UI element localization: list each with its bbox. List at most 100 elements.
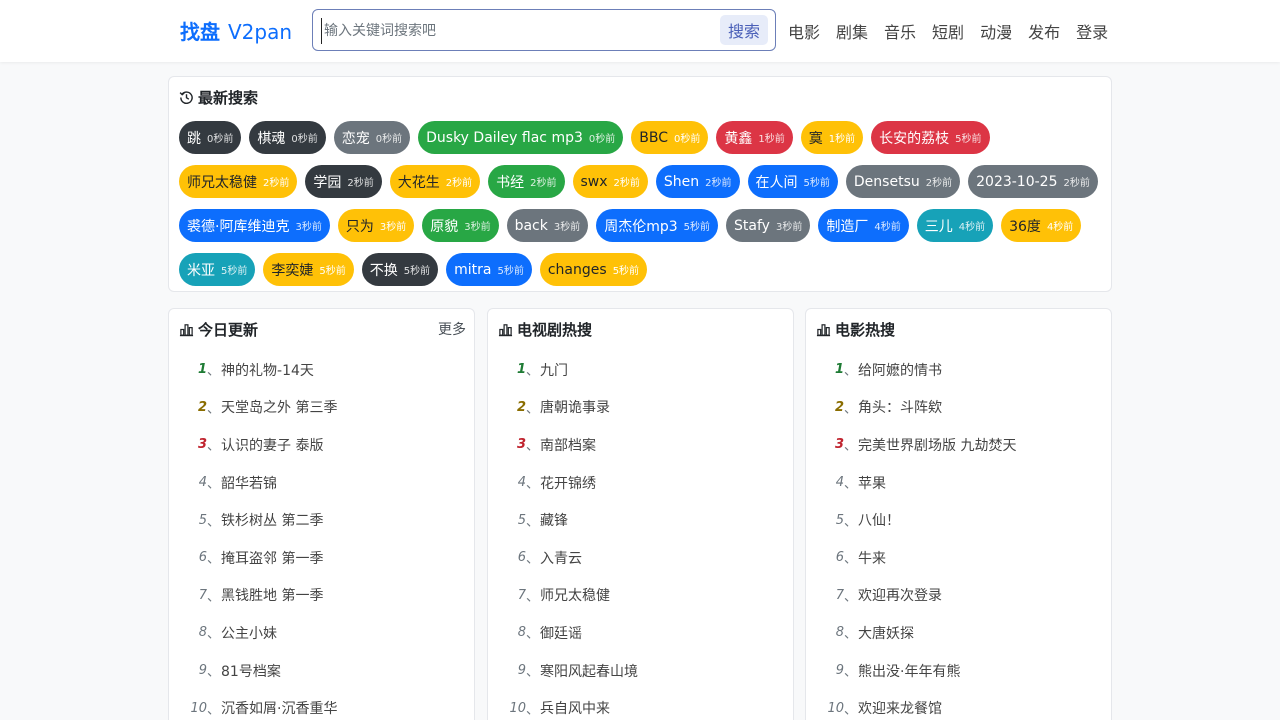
rank-item[interactable]: 1、九门 bbox=[498, 351, 783, 389]
search-tag[interactable]: 师兄太稳健 2秒前 bbox=[179, 165, 298, 198]
search-tag[interactable]: 裘德·阿库维迪克 3秒前 bbox=[179, 209, 330, 242]
nav-anime[interactable]: 动漫 bbox=[980, 19, 1012, 43]
rank-separator: 、 bbox=[526, 401, 540, 417]
rank-item[interactable]: 2、角头：斗阵欸 bbox=[816, 389, 1101, 427]
search-tag[interactable]: 恋宠 0秒前 bbox=[333, 121, 411, 154]
rank-item[interactable]: 5、藏锋 bbox=[498, 501, 783, 539]
search-tag[interactable]: Stafy 3秒前 bbox=[726, 209, 811, 242]
rank-item[interactable]: 10、兵自风中来 bbox=[498, 689, 783, 720]
search-tag-time: 4秒前 bbox=[958, 222, 986, 233]
search-tag[interactable]: 书经 2秒前 bbox=[488, 165, 565, 198]
rank-item[interactable]: 4、苹果 bbox=[816, 464, 1101, 502]
search-tag-text: changes bbox=[547, 261, 607, 278]
search-tag[interactable]: back 3秒前 bbox=[506, 209, 589, 242]
search-tag[interactable]: 原貌 3秒前 bbox=[422, 209, 499, 242]
rank-separator: 、 bbox=[526, 552, 540, 568]
search-tag[interactable]: 在人间 5秒前 bbox=[747, 165, 838, 198]
rank-item-title: 熊出没·年年有熊 bbox=[858, 663, 961, 680]
rank-number: 9 bbox=[517, 663, 526, 679]
rank-item[interactable]: 10、沉香如屑·沉香重华 bbox=[179, 689, 464, 720]
rank-number: 10 bbox=[509, 700, 526, 716]
search-tag[interactable]: Dusky Dailey flac mp3 0秒前 bbox=[418, 121, 624, 154]
rank-item[interactable]: 7、黑钱胜地 第一季 bbox=[179, 577, 464, 615]
search-tag-text: Densetsu bbox=[853, 173, 920, 190]
rank-separator: 、 bbox=[844, 589, 858, 605]
nav-series[interactable]: 剧集 bbox=[836, 19, 868, 43]
rank-item[interactable]: 4、韶华若锦 bbox=[179, 464, 464, 502]
rank-number: 4 bbox=[835, 475, 844, 491]
rank-number: 3 bbox=[834, 437, 844, 453]
search-tag[interactable]: 米亚 5秒前 bbox=[179, 253, 256, 286]
tv-hot-search-card: 电视剧热搜 1、九门 2、唐朝诡事录 3、南部档案 4、花开锦绣 5、藏锋 6、入青云 7、… bbox=[487, 308, 794, 720]
search-tag-time: 5秒前 bbox=[319, 266, 346, 277]
search-tag[interactable]: 黄鑫 1秒前 bbox=[716, 121, 793, 154]
search-tag[interactable]: changes 5秒前 bbox=[539, 253, 648, 286]
search-tag-text: swx bbox=[580, 173, 608, 190]
rank-item-title: 沉香如屑·沉香重华 bbox=[221, 701, 338, 718]
search-tag[interactable]: 不换 5秒前 bbox=[361, 253, 439, 286]
search-tag[interactable]: 三儿 4秒前 bbox=[916, 209, 994, 242]
rank-separator: 、 bbox=[526, 589, 540, 605]
search-tag[interactable]: 大花生 2秒前 bbox=[389, 165, 481, 198]
rank-item[interactable]: 3、认识的妻子 泰版 bbox=[179, 426, 464, 464]
rank-item[interactable]: 10、欢迎来龙餐馆 bbox=[816, 689, 1101, 720]
search-tag[interactable]: 棋魂 0秒前 bbox=[249, 121, 326, 154]
search-tag-time: 0秒前 bbox=[375, 134, 403, 145]
search-tag[interactable]: BBC 0秒前 bbox=[631, 121, 709, 154]
rank-item[interactable]: 9、 81号档案 bbox=[179, 652, 464, 690]
rank-item[interactable]: 9、熊出没·年年有熊 bbox=[816, 652, 1101, 690]
search-tag[interactable]: Shen 2秒前 bbox=[655, 165, 740, 198]
search-tag[interactable]: 制造厂 4秒前 bbox=[818, 209, 909, 242]
search-tag[interactable]: 李奕婕 5秒前 bbox=[263, 253, 354, 286]
list-header: 今日更新 bbox=[179, 319, 464, 340]
search-tag[interactable]: 寞 1秒前 bbox=[800, 121, 864, 154]
search-tag[interactable]: 只为 3秒前 bbox=[337, 209, 415, 242]
rank-item[interactable]: 9、寒阳风起春山境 bbox=[498, 652, 783, 690]
site-logo[interactable]: 找盘 V2pan bbox=[180, 16, 292, 45]
search-tag[interactable]: 周杰伦mp3 5秒前 bbox=[596, 209, 719, 242]
search-tag[interactable]: 2023-10-25 2秒前 bbox=[968, 165, 1098, 198]
nav-publish[interactable]: 发布 bbox=[1028, 19, 1060, 43]
rank-item[interactable]: 1、神的礼物-14天 bbox=[179, 351, 464, 389]
rank-separator: 、 bbox=[844, 364, 858, 380]
rank-item[interactable]: 6、入青云 bbox=[498, 539, 783, 577]
rank-number: 1 bbox=[516, 362, 526, 378]
rank-item[interactable]: 7、师兄太稳健 bbox=[498, 577, 783, 615]
search-tag[interactable]: 36度 4秒前 bbox=[1001, 209, 1082, 242]
rank-item[interactable]: 6、掩耳盗邻 第一季 bbox=[179, 539, 464, 577]
search-tag[interactable]: mitra 5秒前 bbox=[446, 253, 532, 286]
search-tag[interactable]: 长安的荔枝 5秒前 bbox=[871, 121, 990, 154]
rank-item[interactable]: 3、完美世界剧场版 九劫焚天 bbox=[816, 426, 1101, 464]
rank-item[interactable]: 3、南部档案 bbox=[498, 426, 783, 464]
nav-login[interactable]: 登录 bbox=[1076, 19, 1108, 43]
search-button[interactable]: 搜索 bbox=[719, 15, 768, 45]
search-tag-time: 0秒前 bbox=[291, 134, 318, 145]
rank-number: 3 bbox=[516, 437, 526, 453]
rank-item[interactable]: 2、天堂岛之外 第三季 bbox=[179, 389, 464, 427]
search-input[interactable] bbox=[321, 18, 719, 44]
search-tag[interactable]: 学园 2秒前 bbox=[305, 165, 382, 198]
nav-music[interactable]: 音乐 bbox=[884, 19, 916, 43]
rank-item[interactable]: 7、欢迎再次登录 bbox=[816, 577, 1101, 615]
list-header: 电视剧热搜 bbox=[498, 319, 783, 340]
search-tag-text: 三儿 bbox=[924, 218, 953, 235]
rank-item[interactable]: 4、花开锦绣 bbox=[498, 464, 783, 502]
search-tag-time: 2秒前 bbox=[1063, 178, 1090, 189]
rank-item[interactable]: 5、铁杉树丛 第二季 bbox=[179, 501, 464, 539]
search-tag[interactable]: 跳 0秒前 bbox=[179, 121, 242, 154]
rank-item[interactable]: 1、给阿嬷的情书 bbox=[816, 351, 1101, 389]
more-link[interactable]: 更多 bbox=[438, 319, 466, 339]
search-tag[interactable]: swx 2秒前 bbox=[572, 165, 648, 198]
rank-list: 1、给阿嬷的情书 2、角头：斗阵欸 3、完美世界剧场版 九劫焚天 4、苹果 5、八仙！ 6… bbox=[816, 351, 1101, 720]
search-tag-text: 36度 bbox=[1009, 218, 1041, 235]
rank-item[interactable]: 8、御廷谣 bbox=[498, 614, 783, 652]
nav-movies[interactable]: 电影 bbox=[788, 19, 820, 43]
rank-item[interactable]: 8、公主小妹 bbox=[179, 614, 464, 652]
rank-item[interactable]: 5、八仙！ bbox=[816, 501, 1101, 539]
recent-tags: 跳 0秒前 棋魂 0秒前 恋宠 0秒前 Dusky Dailey flac mp3 0秒前 BB… bbox=[179, 121, 1101, 286]
nav-short-drama[interactable]: 短剧 bbox=[932, 19, 964, 43]
search-tag[interactable]: Densetsu 2秒前 bbox=[845, 165, 961, 198]
rank-item[interactable]: 2、唐朝诡事录 bbox=[498, 389, 783, 427]
rank-item[interactable]: 8、大唐妖探 bbox=[816, 614, 1101, 652]
rank-item[interactable]: 6、牛来 bbox=[816, 539, 1101, 577]
